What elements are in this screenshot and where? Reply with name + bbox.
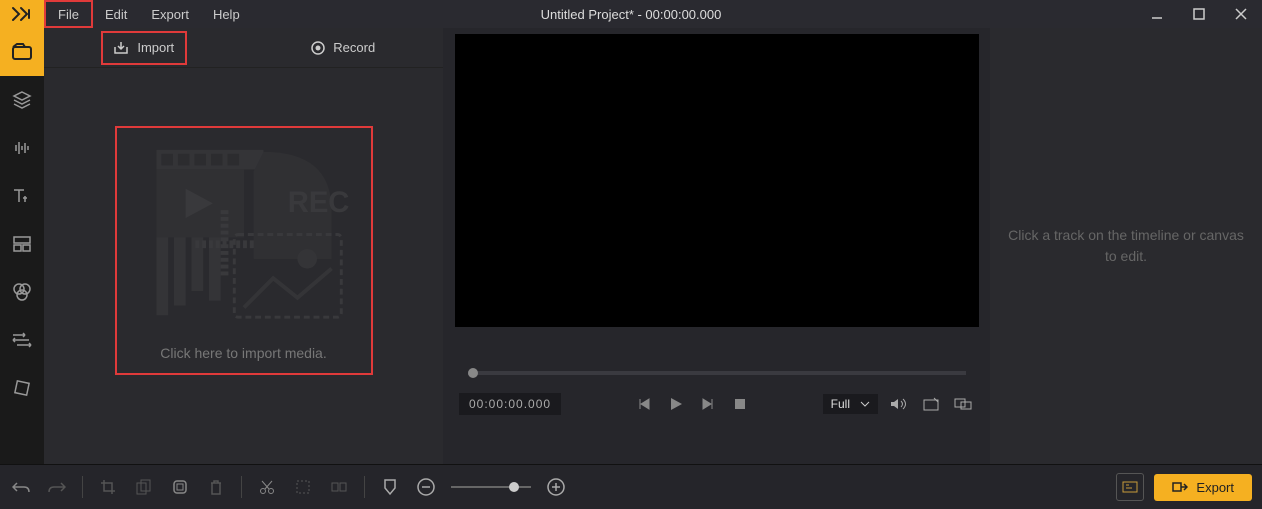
crop-button[interactable] bbox=[97, 479, 119, 495]
zoom-in-button[interactable] bbox=[545, 478, 567, 496]
close-button[interactable] bbox=[1220, 0, 1262, 28]
media-panel: Import Record REC bbox=[44, 28, 443, 464]
next-frame-button[interactable] bbox=[697, 393, 719, 415]
tab-import[interactable]: Import bbox=[44, 28, 244, 67]
properties-panel: Click a track on the timeline or canvas … bbox=[990, 28, 1262, 464]
tool-sidebar bbox=[0, 28, 44, 464]
preview-panel: 00:00:00.000 Full bbox=[443, 28, 990, 464]
menu-export[interactable]: Export bbox=[139, 0, 201, 28]
export-button[interactable]: Export bbox=[1154, 474, 1252, 501]
properties-hint: Click a track on the timeline or canvas … bbox=[1008, 225, 1244, 267]
import-dropzone[interactable]: REC Click here to import media. bbox=[115, 126, 373, 375]
tool-layers[interactable] bbox=[0, 76, 44, 124]
titlebar: File Edit Export Help Untitled Project* … bbox=[0, 0, 1262, 28]
zoom-slider[interactable] bbox=[451, 486, 531, 488]
export-label: Export bbox=[1196, 480, 1234, 495]
dropzone-text: Click here to import media. bbox=[160, 345, 327, 361]
svg-text:REC: REC bbox=[287, 187, 349, 219]
fit-select[interactable]: Full bbox=[823, 394, 878, 414]
menu-help[interactable]: Help bbox=[201, 0, 252, 28]
tab-record[interactable]: Record bbox=[244, 28, 444, 67]
tool-elements[interactable] bbox=[0, 364, 44, 412]
chevron-down-icon bbox=[860, 401, 870, 407]
menu-bar: File Edit Export Help bbox=[44, 0, 252, 28]
duplicate-button[interactable] bbox=[133, 479, 155, 495]
playback-controls: 00:00:00.000 Full bbox=[459, 393, 974, 415]
menu-edit[interactable]: Edit bbox=[93, 0, 139, 28]
scrub-bar[interactable] bbox=[468, 371, 966, 375]
preview-canvas[interactable] bbox=[455, 34, 979, 327]
window-title: Untitled Project* - 00:00:00.000 bbox=[541, 7, 722, 22]
tab-record-label: Record bbox=[333, 40, 375, 55]
main-area: Import Record REC bbox=[0, 28, 1262, 464]
import-icon bbox=[113, 41, 129, 55]
tool-media[interactable] bbox=[0, 28, 44, 76]
playhead-icon bbox=[379, 478, 401, 496]
fit-label: Full bbox=[831, 397, 850, 411]
menu-file[interactable]: File bbox=[44, 0, 93, 28]
media-tabs: Import Record bbox=[44, 28, 443, 68]
snapshot-button[interactable] bbox=[920, 393, 942, 415]
export-icon bbox=[1172, 480, 1188, 494]
timecode: 00:00:00.000 bbox=[459, 393, 561, 415]
tool-split[interactable] bbox=[0, 220, 44, 268]
export-settings-button[interactable] bbox=[1116, 473, 1144, 501]
dropzone-art: REC bbox=[137, 136, 351, 333]
tool-text[interactable] bbox=[0, 172, 44, 220]
marker-button[interactable] bbox=[328, 480, 350, 494]
volume-button[interactable] bbox=[888, 393, 910, 415]
bottom-toolbar: Export bbox=[0, 464, 1262, 509]
maximize-button[interactable] bbox=[1178, 0, 1220, 28]
tool-filters[interactable] bbox=[0, 268, 44, 316]
window-buttons bbox=[1136, 0, 1262, 28]
split-button[interactable] bbox=[292, 480, 314, 494]
delete-button[interactable] bbox=[205, 479, 227, 495]
record-icon bbox=[311, 41, 325, 55]
cut-button[interactable] bbox=[256, 479, 278, 495]
group-button[interactable] bbox=[169, 479, 191, 495]
tool-audio[interactable] bbox=[0, 124, 44, 172]
app-logo bbox=[0, 0, 44, 28]
zoom-out-button[interactable] bbox=[415, 478, 437, 496]
redo-button[interactable] bbox=[46, 480, 68, 494]
play-button[interactable] bbox=[665, 393, 687, 415]
tool-transitions[interactable] bbox=[0, 316, 44, 364]
stop-button[interactable] bbox=[729, 393, 751, 415]
undo-button[interactable] bbox=[10, 480, 32, 494]
tab-import-label: Import bbox=[137, 40, 174, 55]
minimize-button[interactable] bbox=[1136, 0, 1178, 28]
prev-frame-button[interactable] bbox=[633, 393, 655, 415]
fullscreen-button[interactable] bbox=[952, 393, 974, 415]
